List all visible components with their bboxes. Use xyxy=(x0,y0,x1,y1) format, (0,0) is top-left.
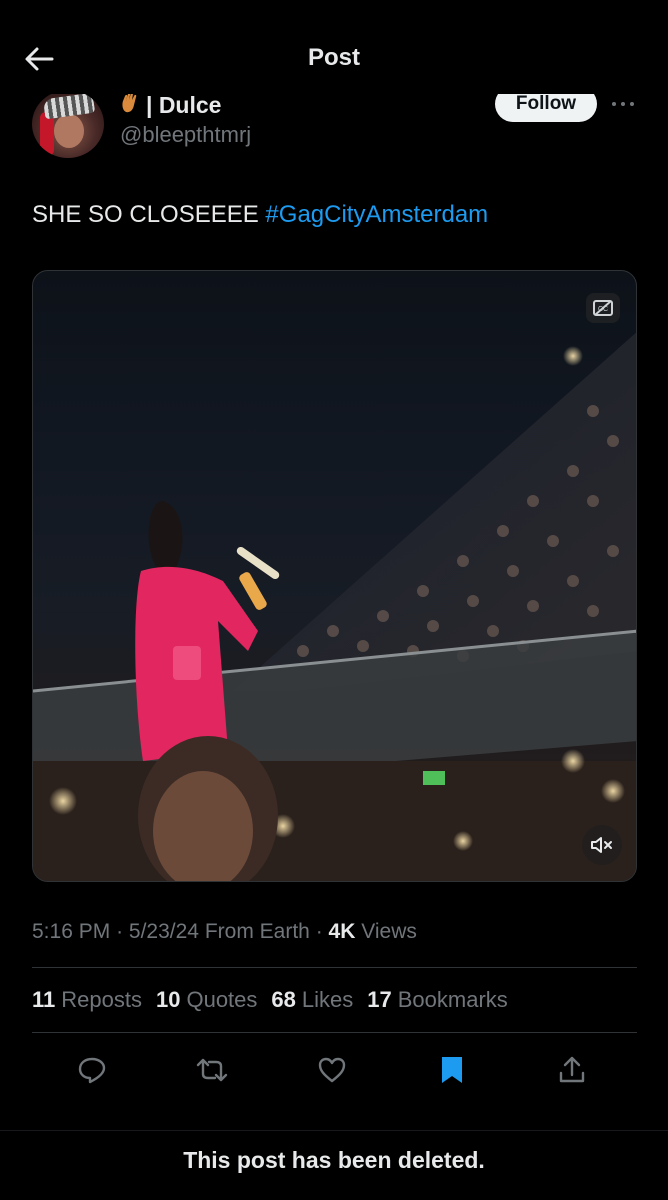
repost-icon xyxy=(196,1058,228,1082)
meta-separator: · xyxy=(116,920,129,943)
post-source: From Earth xyxy=(204,920,310,943)
name-row[interactable]: | Dulce xyxy=(120,90,221,120)
post-page: Post | Dulce @bleepthtmrj Follow SHE SO … xyxy=(0,0,668,1200)
hand-emoji-icon xyxy=(120,90,140,120)
reposts-count: 11 xyxy=(32,987,56,1012)
bookmarks-count: 17 xyxy=(367,987,392,1012)
meta-separator: · xyxy=(315,920,329,943)
views-count: 4K xyxy=(328,920,356,943)
likes-label: Likes xyxy=(301,987,354,1012)
mute-button[interactable] xyxy=(582,825,622,865)
captions-off-icon: CC xyxy=(593,300,613,316)
views-label: Views xyxy=(361,920,417,943)
heart-icon xyxy=(318,1057,346,1083)
likes-stat[interactable]: 68 Likes xyxy=(271,987,353,1013)
divider xyxy=(32,967,637,968)
avatar[interactable] xyxy=(32,90,104,158)
top-bar: Post xyxy=(0,0,668,94)
captions-button[interactable]: CC xyxy=(586,293,620,323)
quotes-label: Quotes xyxy=(186,987,258,1012)
bookmarks-label: Bookmarks xyxy=(397,987,508,1012)
post-text: SHE SO CLOSEEEE #GagCityAmsterdam xyxy=(32,201,488,229)
deleted-notice: This post has been deleted. xyxy=(0,1130,668,1190)
reposts-label: Reposts xyxy=(61,987,142,1012)
user-handle[interactable]: @bleepthtmrj xyxy=(120,122,251,148)
hashtag-link[interactable]: #GagCityAmsterdam xyxy=(265,201,488,228)
share-button[interactable] xyxy=(554,1052,590,1088)
post-date: 5/23/24 xyxy=(128,920,199,943)
more-options-button[interactable] xyxy=(608,94,638,114)
video-player[interactable]: CC xyxy=(32,270,637,882)
engagement-stats: 11 Reposts 10 Quotes 68 Likes 17 Bookmarks xyxy=(32,987,508,1013)
repost-button[interactable] xyxy=(194,1052,230,1088)
reply-button[interactable] xyxy=(74,1052,110,1088)
page-title: Post xyxy=(307,44,360,71)
action-bar xyxy=(32,1050,637,1090)
quotes-count: 10 xyxy=(155,987,181,1012)
reposts-stat[interactable]: 11 Reposts xyxy=(32,987,142,1013)
divider xyxy=(32,1032,637,1033)
like-button[interactable] xyxy=(314,1052,350,1088)
reply-icon xyxy=(78,1057,106,1084)
quotes-stat[interactable]: 10 Quotes xyxy=(156,987,257,1013)
post-time: 5:16 PM xyxy=(32,920,111,943)
bookmark-filled-icon xyxy=(442,1057,462,1083)
more-dots-icon xyxy=(612,102,634,106)
bookmark-button[interactable] xyxy=(434,1052,470,1088)
share-icon xyxy=(559,1056,585,1083)
post-meta: 5:16 PM · 5/23/24 From Earth · 4K Views xyxy=(32,920,417,944)
bookmarks-stat[interactable]: 17 Bookmarks xyxy=(367,987,508,1013)
muted-speaker-icon xyxy=(591,837,612,853)
display-name: | Dulce xyxy=(146,91,222,118)
likes-count: 68 xyxy=(271,987,296,1012)
post-author: | Dulce @bleepthtmrj Follow xyxy=(0,86,668,166)
post-body: SHE SO CLOSEEEE xyxy=(32,201,266,228)
video-frame xyxy=(33,332,636,881)
